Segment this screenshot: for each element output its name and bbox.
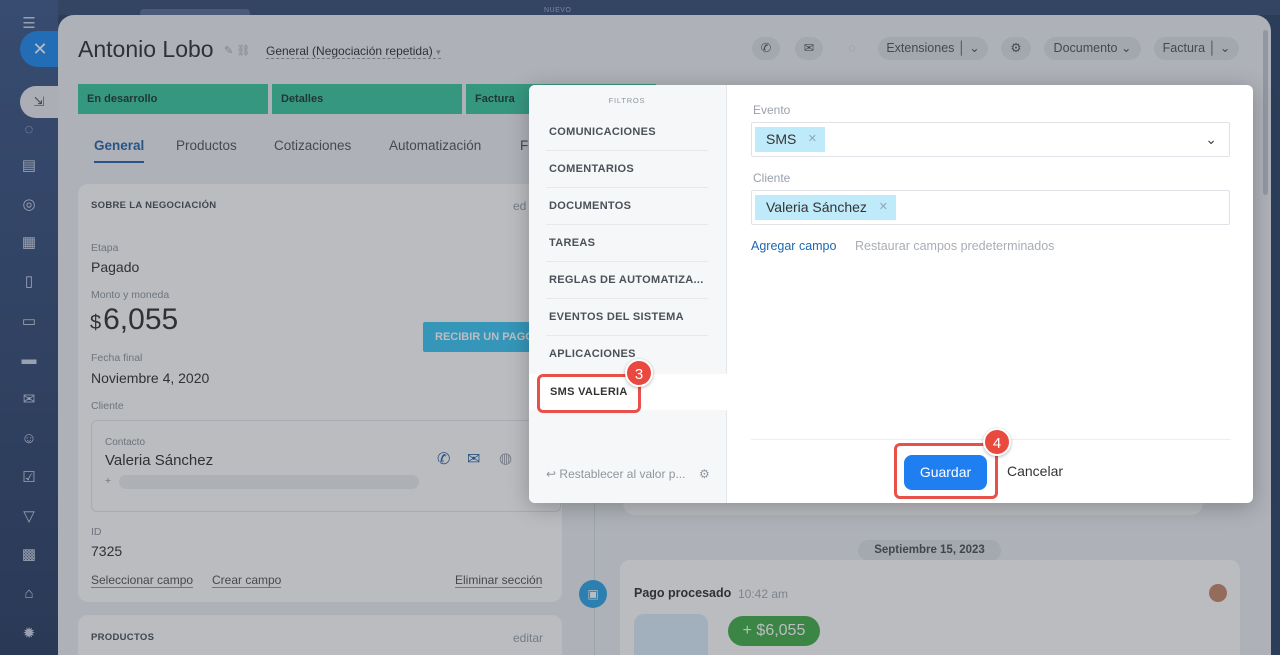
client-field-label: Cliente xyxy=(753,171,791,185)
highlight-save-button xyxy=(894,443,998,499)
event-chip-label: SMS xyxy=(766,131,797,147)
undo-icon: ↩ xyxy=(546,467,557,481)
filter-item-automation-rules[interactable]: REGLAS DE AUTOMATIZA... xyxy=(546,262,708,299)
reset-label: Restablecer al valor p... xyxy=(559,467,686,481)
filter-item-system-events[interactable]: EVENTOS DEL SISTEMA xyxy=(546,299,708,336)
client-chip: Valeria Sánchez ✕ xyxy=(755,195,896,220)
client-chip-label: Valeria Sánchez xyxy=(766,199,867,215)
add-field-link[interactable]: Agregar campo xyxy=(751,239,836,253)
event-field[interactable]: SMS ✕ ⌄ xyxy=(751,122,1230,157)
filter-item-comments[interactable]: COMENTARIOS xyxy=(546,151,708,188)
filter-item-tasks[interactable]: TAREAS xyxy=(546,225,708,262)
cancel-button[interactable]: Cancelar xyxy=(1007,463,1063,479)
remove-chip-icon[interactable]: ✕ xyxy=(879,195,888,220)
remove-chip-icon[interactable]: ✕ xyxy=(808,127,817,152)
client-field[interactable]: Valeria Sánchez ✕ xyxy=(751,190,1230,225)
restore-default-fields-link[interactable]: Restaurar campos predeterminados xyxy=(855,239,1054,253)
filter-menu: FILTROS COMUNICACIONES COMENTARIOS DOCUM… xyxy=(529,85,727,503)
step-badge-3: 3 xyxy=(625,359,653,387)
filter-menu-header: FILTROS xyxy=(608,96,646,105)
step-badge-4: 4 xyxy=(983,428,1011,456)
filter-modal: FILTROS COMUNICACIONES COMENTARIOS DOCUM… xyxy=(529,85,1253,503)
filter-item-documents[interactable]: DOCUMENTOS xyxy=(546,188,708,225)
event-chip: SMS ✕ xyxy=(755,127,825,152)
highlight-sms-valeria xyxy=(537,374,641,413)
event-field-label: Evento xyxy=(753,103,791,117)
gear-icon[interactable]: ⚙ xyxy=(699,467,710,481)
chevron-down-icon[interactable]: ⌄ xyxy=(1205,131,1217,148)
reset-to-default-link[interactable]: ↩ Restablecer al valor p... xyxy=(546,467,685,481)
filter-item-communications[interactable]: COMUNICACIONES xyxy=(546,114,708,151)
